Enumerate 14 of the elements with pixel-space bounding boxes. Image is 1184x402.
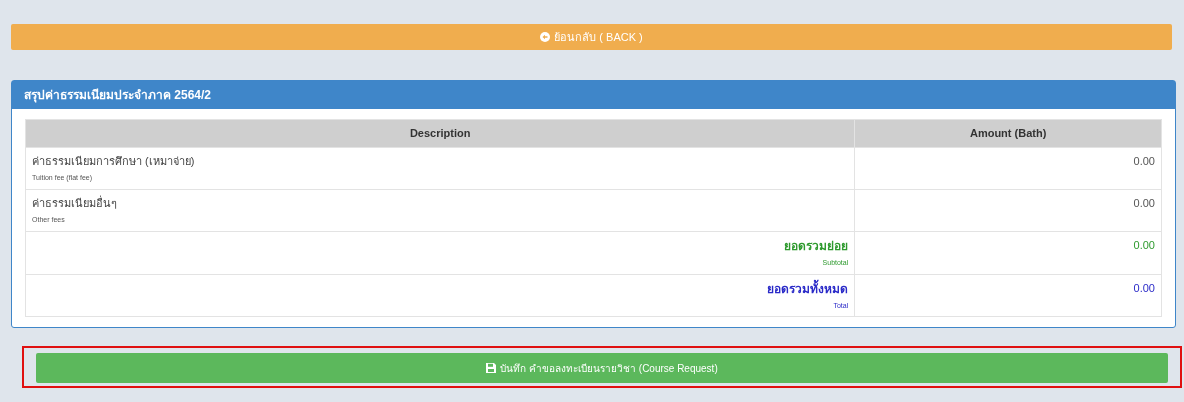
fee-label: ค่าธรรมเนียมการศึกษา (เหมาจ่าย)	[32, 154, 196, 169]
fee-amount: 0.00	[1132, 196, 1155, 211]
fee-label: ยอดรวมย่อย	[783, 238, 849, 255]
column-header: Description	[25, 119, 855, 148]
fee-label: ยอดรวมทั้งหมด	[766, 279, 849, 298]
fee-amount: 0.00	[1132, 280, 1155, 296]
column-header: Amount (Bath)	[854, 119, 1162, 148]
fee-label: ค่าธรรมเนียมอื่นๆ	[32, 195, 118, 211]
panel-title: สรุปค่าธรรมเนียมประจำภาค 2564/2	[12, 81, 1175, 109]
save-button[interactable]: บันทึก คำขอลงทะเบียนรายวิชา (Course Request)	[36, 353, 1168, 383]
fee-amount: 0.00	[1132, 154, 1155, 169]
fee-amount: 0.00	[1132, 238, 1155, 253]
back-arrow-icon	[540, 31, 551, 42]
back-button[interactable]: ย้อนกลับ ( BACK )	[11, 24, 1172, 50]
